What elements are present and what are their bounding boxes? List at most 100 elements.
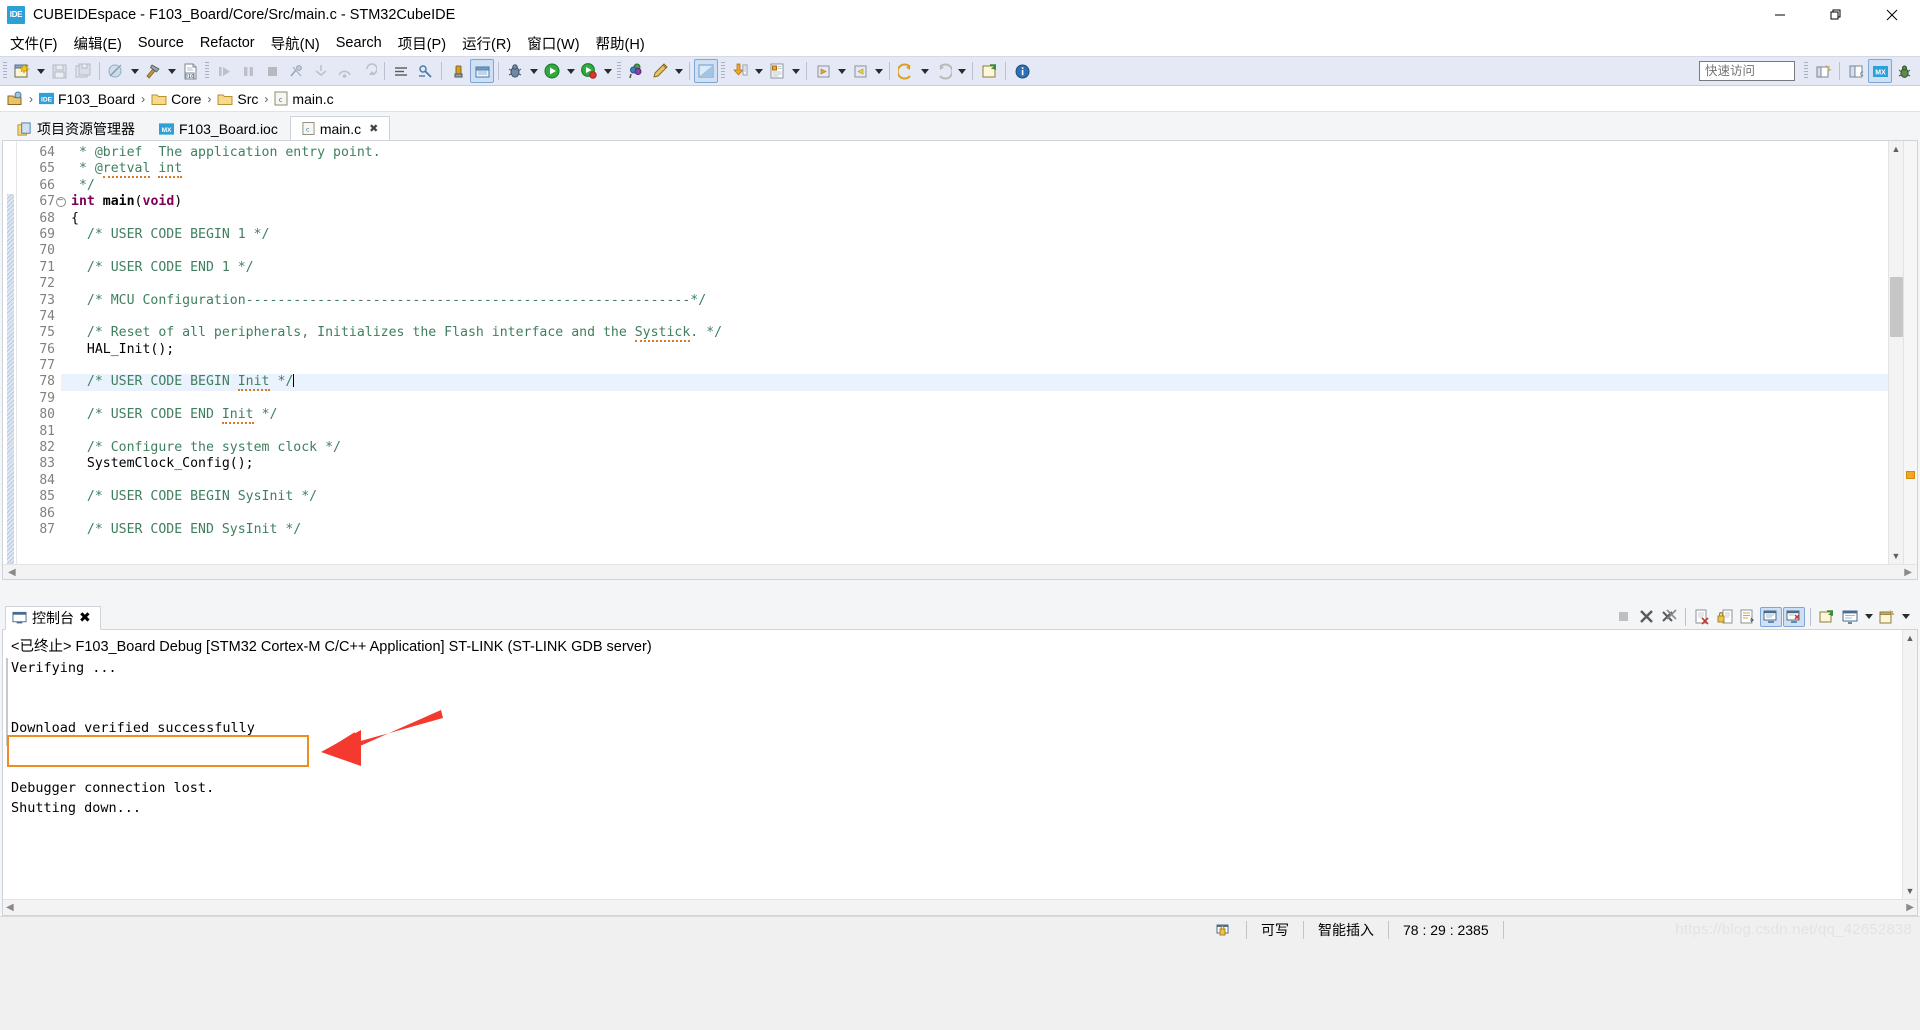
menu-help[interactable]: 帮助(H)	[588, 31, 653, 56]
close-window-button[interactable]	[1864, 0, 1920, 30]
resume-icon[interactable]	[212, 59, 236, 83]
pin-console-icon[interactable]	[1816, 607, 1838, 627]
code-line[interactable]: SystemClock_Config();	[71, 456, 1917, 472]
toolbar-grip-2[interactable]	[205, 62, 209, 80]
editor-horizontal-scrollbar[interactable]: ◀ ▶	[3, 564, 1917, 579]
code-line[interactable]	[71, 358, 1917, 374]
breadcrumb-workspace[interactable]	[7, 91, 23, 107]
code-line[interactable]	[71, 473, 1917, 489]
show-console-on-output-icon[interactable]	[1760, 606, 1782, 627]
tab-project-explorer[interactable]: 项目资源管理器	[5, 116, 147, 141]
breadcrumb-project[interactable]: IDE F103_Board	[39, 91, 135, 107]
menu-file[interactable]: 文件(F)	[2, 31, 66, 56]
editor-vertical-scrollbar[interactable]: ▲ ▼	[1888, 141, 1903, 564]
code-line[interactable]: * @brief The application entry point.	[71, 145, 1917, 161]
breadcrumb-file[interactable]: c main.c	[274, 91, 334, 107]
code-content[interactable]: * @brief The application entry point. * …	[61, 141, 1917, 579]
code-line[interactable]	[71, 506, 1917, 522]
code-line[interactable]: /* USER CODE BEGIN 1 */	[71, 227, 1917, 243]
cubemx-perspective-icon[interactable]: MX	[1868, 59, 1892, 83]
suspend-icon[interactable]	[236, 59, 260, 83]
display-selected-console-icon[interactable]	[1839, 607, 1861, 627]
editor-overview-ruler[interactable]	[1903, 141, 1917, 564]
open-report-dropdown-icon[interactable]	[789, 59, 802, 83]
previous-annotation-dropdown-icon[interactable]	[872, 59, 885, 83]
breadcrumb-src[interactable]: Src	[217, 91, 258, 107]
code-line[interactable]	[71, 276, 1917, 292]
console-scroll-up-icon[interactable]: ▲	[1906, 630, 1915, 646]
word-wrap-icon[interactable]	[1737, 607, 1759, 627]
profile-icon[interactable]	[577, 59, 601, 83]
profile-dropdown-icon[interactable]	[601, 59, 614, 83]
menu-edit[interactable]: 编辑(E)	[66, 31, 130, 56]
vertical-scroll-thumb[interactable]	[1889, 277, 1903, 337]
console-output-panel[interactable]: <已终止> F103_Board Debug [STM32 Cortex-M C…	[2, 630, 1918, 916]
breadcrumb-core[interactable]: Core	[151, 91, 201, 107]
disconnect-icon[interactable]	[284, 59, 308, 83]
editor-lock-icon[interactable]	[1200, 920, 1246, 940]
open-report-icon[interactable]	[765, 59, 789, 83]
clear-console-icon[interactable]	[1691, 607, 1713, 627]
step-return-icon[interactable]	[356, 59, 380, 83]
code-line[interactable]	[71, 309, 1917, 325]
console-horizontal-scrollbar[interactable]: ◀ ▶	[3, 899, 1917, 915]
menu-source[interactable]: Source	[130, 33, 192, 53]
back-dropdown-icon[interactable]	[918, 59, 931, 83]
step-into-icon[interactable]	[308, 59, 332, 83]
menu-refactor[interactable]: Refactor	[192, 33, 263, 53]
toolbar-grip-3[interactable]	[617, 62, 621, 80]
code-line[interactable]: /* Reset of all peripherals, Initializes…	[71, 325, 1917, 343]
remove-all-terminated-icon[interactable]	[1658, 607, 1680, 627]
scroll-lock-icon[interactable]	[1714, 607, 1736, 627]
debug-dropdown-icon[interactable]	[527, 59, 540, 83]
build-hammer-dropdown-icon[interactable]	[165, 59, 178, 83]
maximize-restore-button[interactable]	[1808, 0, 1864, 30]
previous-annotation-icon[interactable]	[848, 59, 872, 83]
step-over-icon[interactable]	[332, 59, 356, 83]
code-line[interactable]: * @retval int	[71, 161, 1917, 179]
new-perspective-icon[interactable]	[1811, 59, 1835, 83]
menu-window[interactable]: 窗口(W)	[519, 31, 587, 56]
scroll-left-icon[interactable]: ◀	[5, 567, 19, 578]
terminate-icon[interactable]	[260, 59, 284, 83]
code-line[interactable]: HAL_Init();	[71, 342, 1917, 358]
tab-console[interactable]: 控制台 ✖	[5, 605, 101, 630]
next-annotation-icon[interactable]	[811, 59, 835, 83]
external-tools-icon[interactable]	[446, 59, 470, 83]
next-annotation-dropdown-icon[interactable]	[835, 59, 848, 83]
toolbar-grip[interactable]	[3, 62, 7, 80]
run-dropdown-icon[interactable]	[564, 59, 577, 83]
pin-editor-icon[interactable]	[977, 59, 1001, 83]
last-edit-location-icon[interactable]	[648, 59, 672, 83]
code-line[interactable]	[71, 424, 1917, 440]
build-hammer-icon[interactable]	[141, 59, 165, 83]
open-console-dropdown-icon[interactable]	[1899, 605, 1912, 629]
open-console-icon[interactable]	[1876, 607, 1898, 627]
menu-run[interactable]: 运行(R)	[454, 31, 519, 56]
new-file-dropdown-icon[interactable]	[34, 59, 47, 83]
menu-search[interactable]: Search	[328, 33, 390, 53]
scroll-right-icon[interactable]: ▶	[1901, 567, 1915, 578]
console-scroll-down-icon[interactable]: ▼	[1906, 883, 1915, 899]
save-icon[interactable]	[47, 59, 71, 83]
toolbar-grip-right[interactable]	[1804, 62, 1808, 80]
menu-navigate[interactable]: 导航(N)	[263, 31, 328, 56]
code-line[interactable]: /* USER CODE END Init */	[71, 407, 1917, 425]
build-dropdown-icon[interactable]	[128, 59, 141, 83]
minimize-button[interactable]	[1752, 0, 1808, 30]
open-perspective-icon[interactable]	[470, 59, 494, 83]
debug-perspective-icon[interactable]	[1892, 59, 1916, 83]
quick-access-input[interactable]	[1699, 61, 1795, 81]
menu-project[interactable]: 项目(P)	[390, 31, 454, 56]
code-line[interactable]	[71, 391, 1917, 407]
scroll-up-icon[interactable]: ▲	[1889, 141, 1904, 157]
last-edit-dropdown-icon[interactable]	[672, 59, 685, 83]
close-icon[interactable]: ✖	[369, 122, 378, 135]
code-line[interactable]: /* USER CODE END SysInit */	[71, 522, 1917, 538]
scroll-down-icon[interactable]: ▼	[1889, 548, 1904, 564]
run-icon[interactable]	[540, 59, 564, 83]
code-line[interactable]: /* Configure the system clock */	[71, 440, 1917, 456]
editor-annotation-ruler[interactable]	[3, 141, 17, 579]
console-scroll-right-icon[interactable]: ▶	[1906, 902, 1914, 913]
code-line[interactable]: int main(void)	[71, 194, 1917, 210]
